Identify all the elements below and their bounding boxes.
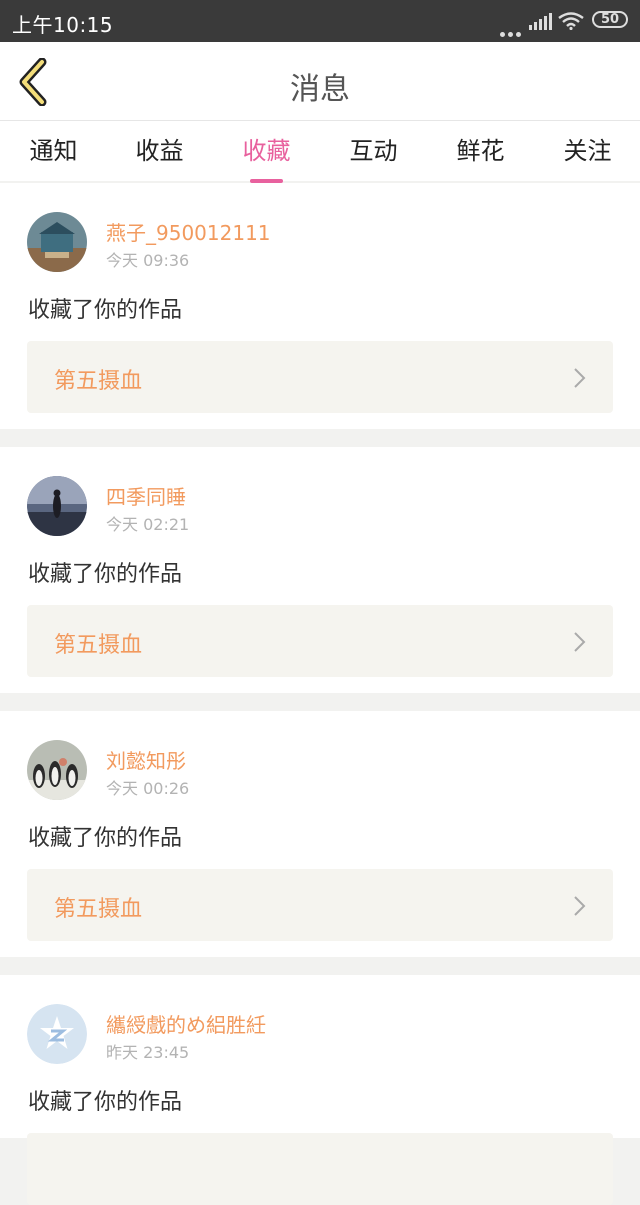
avatar-photo-icon [27,212,87,272]
wifi-icon [558,12,584,30]
tab-favorites[interactable]: 收藏 [213,131,320,183]
header-bar: 消息 [0,42,640,121]
work-title: 第五摄血 [54,897,143,922]
work-title: 第五摄血 [54,369,143,394]
page-title: 消息 [290,72,350,107]
signal-icon [529,13,552,30]
tab-earnings[interactable]: 收益 [106,131,213,166]
user-name[interactable]: 四季同睡 [106,481,186,510]
tab-follows[interactable]: 关注 [534,131,640,166]
message-card: 四季同睡 今天 02:21 收藏了你的作品 第五摄血 [0,447,640,693]
chevron-right-icon [574,896,586,916]
default-avatar-icon [27,1004,87,1064]
avatar[interactable] [27,212,87,272]
message-card: 燕子_950012111 今天 09:36 收藏了你的作品 第五摄血 [0,183,640,429]
work-title: 第五摄血 [54,633,143,658]
avatar-photo-icon [27,740,87,800]
message-time: 今天 02:21 [106,515,190,534]
message-text: 收藏了你的作品 [28,562,183,587]
avatar[interactable] [27,476,87,536]
more-dots-icon [500,22,524,41]
message-text: 收藏了你的作品 [28,1090,183,1115]
tab-interactions[interactable]: 互动 [320,131,427,166]
message-time: 今天 09:36 [106,251,190,270]
avatar[interactable] [27,740,87,800]
user-name[interactable]: 刘懿知彤 [106,745,186,774]
message-time: 今天 00:26 [106,779,190,798]
work-link[interactable] [27,1133,613,1205]
work-link[interactable]: 第五摄血 [27,869,613,941]
tab-label: 互动 [349,137,398,165]
tab-label: 收益 [135,137,184,165]
work-link[interactable]: 第五摄血 [27,605,613,677]
avatar-photo-icon [27,476,87,536]
tab-notifications[interactable]: 通知 [0,131,107,166]
tab-label: 鲜花 [456,137,505,165]
work-link[interactable]: 第五摄血 [27,341,613,413]
avatar[interactable] [27,1004,87,1064]
tab-label: 收藏 [242,137,291,165]
status-time: 上午10:15 [12,13,114,37]
tab-bar: 通知 收益 收藏 互动 鲜花 关注 [0,121,640,183]
tab-label: 关注 [563,137,612,165]
chevron-right-icon [574,632,586,652]
message-card: 刘懿知彤 今天 00:26 收藏了你的作品 第五摄血 [0,711,640,957]
message-text: 收藏了你的作品 [28,826,183,851]
tab-label: 通知 [29,137,78,165]
status-bar: 上午10:15 50 [0,0,640,42]
message-time: 昨天 23:45 [106,1043,190,1062]
chevron-right-icon [574,368,586,388]
tab-flowers[interactable]: 鲜花 [427,131,534,166]
user-name[interactable]: 纗綬戲的め絽胜紝 [106,1009,266,1038]
message-card: 纗綬戲的め絽胜紝 昨天 23:45 收藏了你的作品 [0,975,640,1205]
user-name[interactable]: 燕子_950012111 [106,217,271,246]
message-text: 收藏了你的作品 [28,298,183,323]
battery-icon: 50 [592,11,628,28]
